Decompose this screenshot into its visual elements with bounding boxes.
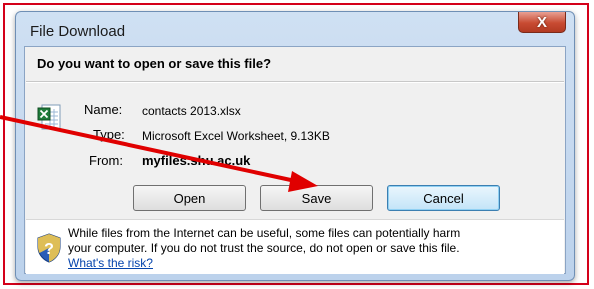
arrow-shaft	[0, 115, 301, 184]
red-arrow	[0, 115, 318, 192]
arrow-head	[288, 171, 318, 192]
